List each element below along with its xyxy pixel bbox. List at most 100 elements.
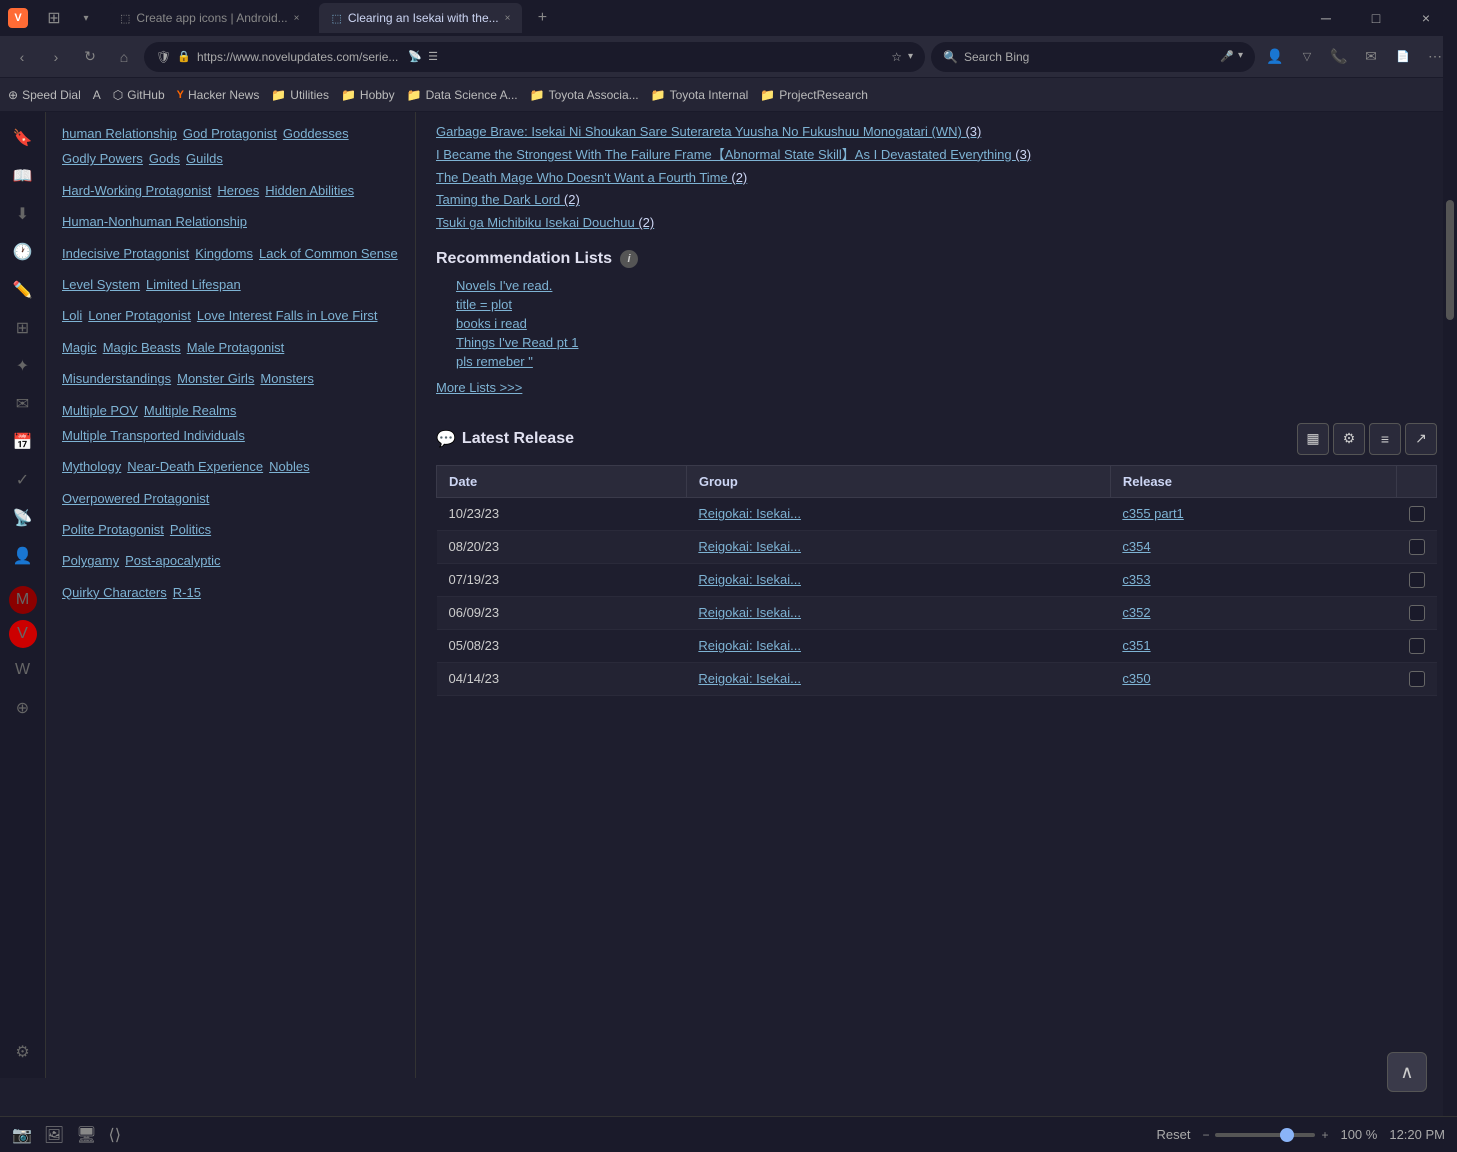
- book-link-tsuki[interactable]: Tsuki ga Michibiku Isekai Douchuu (2): [436, 213, 1437, 234]
- search-microphone-icon[interactable]: 🎤: [1220, 50, 1234, 63]
- rec-link-title-plot[interactable]: title = plot: [456, 297, 512, 312]
- search-dropdown-icon[interactable]: ▾: [1238, 50, 1243, 63]
- bookmark-a[interactable]: A: [93, 88, 101, 102]
- tag-gods[interactable]: Gods: [149, 147, 180, 170]
- tag-politics[interactable]: Politics: [170, 518, 211, 541]
- tag-loli[interactable]: Loli: [62, 304, 82, 327]
- release-checkbox[interactable]: [1409, 539, 1425, 555]
- tag-r15[interactable]: R-15: [173, 581, 201, 604]
- mail-icon[interactable]: ✉: [1357, 43, 1385, 71]
- sidebar-tabs-icon[interactable]: ⊞: [7, 312, 39, 344]
- bookmark-github[interactable]: ⬡ GitHub: [113, 88, 165, 102]
- sidebar-person-icon[interactable]: 👤: [7, 540, 39, 572]
- more-lists-link[interactable]: More Lists >>>: [436, 380, 522, 395]
- tag-love-interest[interactable]: Love Interest Falls in Love First: [197, 304, 378, 327]
- book-link-taming-dark-lord[interactable]: Taming the Dark Lord (2): [436, 190, 1437, 211]
- sidebar-history-icon[interactable]: 🕐: [7, 236, 39, 268]
- tag-multiple-realms[interactable]: Multiple Realms: [144, 399, 236, 422]
- release-link[interactable]: c355 part1: [1122, 506, 1183, 521]
- share-button[interactable]: ↗: [1405, 423, 1437, 455]
- camera-icon[interactable]: 📷: [12, 1125, 32, 1145]
- bookmark-projectresearch[interactable]: 📁 ProjectResearch: [760, 88, 868, 102]
- sidebar-settings-icon[interactable]: ⚙: [7, 1036, 39, 1068]
- zoom-plus[interactable]: +: [1321, 1128, 1328, 1142]
- sidebar-mastodon-icon[interactable]: M: [9, 586, 37, 614]
- tag-male-protagonist[interactable]: Male Protagonist: [187, 336, 285, 359]
- bookmark-toyota-assoc[interactable]: 📁 Toyota Associa...: [530, 88, 639, 102]
- tag-god-protagonist[interactable]: God Protagonist: [183, 122, 277, 145]
- tag-level-system[interactable]: Level System: [62, 273, 140, 296]
- scrollbar[interactable]: [1443, 0, 1457, 1152]
- phone-icon[interactable]: 📞: [1325, 43, 1353, 71]
- wallet-icon[interactable]: ▽: [1293, 43, 1321, 71]
- maximize-button[interactable]: □: [1353, 3, 1399, 33]
- release-checkbox[interactable]: [1409, 605, 1425, 621]
- release-checkbox[interactable]: [1409, 506, 1425, 522]
- tag-kingdoms[interactable]: Kingdoms: [195, 242, 253, 265]
- sidebar-notes-icon[interactable]: ✏️: [7, 274, 39, 306]
- info-icon[interactable]: i: [620, 250, 638, 268]
- search-bar[interactable]: 🔍 Search Bing 🎤 ▾: [931, 42, 1255, 72]
- dropdown-icon[interactable]: ▾: [72, 4, 100, 32]
- tag-goddesses[interactable]: Goddesses: [283, 122, 349, 145]
- tag-near-death[interactable]: Near-Death Experience: [127, 455, 263, 478]
- rec-link-pls-remeber[interactable]: pls remeber ": [456, 354, 533, 369]
- new-tab-button[interactable]: +: [530, 6, 554, 30]
- book-link-failure-frame[interactable]: I Became the Strongest With The Failure …: [436, 145, 1437, 166]
- reset-label[interactable]: Reset: [1156, 1127, 1190, 1142]
- sidebar-mail-icon[interactable]: ✉: [7, 388, 39, 420]
- tag-overpowered-protagonist[interactable]: Overpowered Protagonist: [62, 487, 209, 510]
- profile-icon[interactable]: 👤: [1261, 43, 1289, 71]
- tab-create-app-icons[interactable]: ⬚ Create app icons | Android... ×: [108, 3, 311, 33]
- home-button[interactable]: ⌂: [110, 43, 138, 71]
- reload-button[interactable]: ↻: [76, 43, 104, 71]
- tag-nobles[interactable]: Nobles: [269, 455, 309, 478]
- tab-clearing-isekai[interactable]: ⬚ Clearing an Isekai with the... ×: [319, 3, 522, 33]
- tag-loner-protagonist[interactable]: Loner Protagonist: [88, 304, 191, 327]
- bookmark-icon[interactable]: ☆: [891, 50, 902, 64]
- tab-close-btn[interactable]: ×: [294, 13, 300, 24]
- tag-misunderstandings[interactable]: Misunderstandings: [62, 367, 171, 390]
- release-link[interactable]: c353: [1122, 572, 1150, 587]
- tag-guilds[interactable]: Guilds: [186, 147, 223, 170]
- sidebar-vivaldi-icon[interactable]: V: [9, 620, 37, 648]
- tag-human-relationship[interactable]: human Relationship: [62, 122, 177, 145]
- bookmark-hackernews[interactable]: Y Hacker News: [177, 88, 260, 102]
- scroll-to-top-button[interactable]: ∧: [1387, 1052, 1427, 1092]
- list-view-button[interactable]: ≡: [1369, 423, 1401, 455]
- tag-monster-girls[interactable]: Monster Girls: [177, 367, 254, 390]
- back-button[interactable]: ‹: [8, 43, 36, 71]
- sidebar-book-icon[interactable]: 📖: [7, 160, 39, 192]
- scrollbar-thumb[interactable]: [1446, 200, 1454, 320]
- tag-hidden-abilities[interactable]: Hidden Abilities: [265, 179, 354, 202]
- group-link[interactable]: Reigokai: Isekai...: [698, 539, 801, 554]
- bookmark-speed-dial[interactable]: ⊕ Speed Dial: [8, 88, 81, 102]
- layers-icon[interactable]: ⊞: [40, 4, 68, 32]
- image-icon[interactable]: 🖼: [44, 1125, 64, 1145]
- sidebar-bookmark-icon[interactable]: 🔖: [7, 122, 39, 154]
- monitor-icon[interactable]: 🖥: [76, 1125, 96, 1145]
- forward-button[interactable]: ›: [42, 43, 70, 71]
- release-checkbox[interactable]: [1409, 572, 1425, 588]
- tag-mythology[interactable]: Mythology: [62, 455, 121, 478]
- release-link[interactable]: c350: [1122, 671, 1150, 686]
- tag-human-nonhuman[interactable]: Human-Nonhuman Relationship: [62, 210, 247, 233]
- zoom-control[interactable]: − +: [1202, 1128, 1328, 1142]
- grid-view-button[interactable]: ▦: [1297, 423, 1329, 455]
- tag-hard-working-protagonist[interactable]: Hard-Working Protagonist: [62, 179, 211, 202]
- zoom-minus[interactable]: −: [1202, 1128, 1209, 1142]
- group-link[interactable]: Reigokai: Isekai...: [698, 605, 801, 620]
- book-link-garbage-brave[interactable]: Garbage Brave: Isekai Ni Shoukan Sare Su…: [436, 122, 1437, 143]
- sidebar-star-icon[interactable]: ✦: [7, 350, 39, 382]
- rec-link-things-read[interactable]: Things I've Read pt 1: [456, 335, 578, 350]
- bookmark-hobby[interactable]: 📁 Hobby: [341, 88, 395, 102]
- reader-view-icon[interactable]: 📄: [1389, 43, 1417, 71]
- tag-polygamy[interactable]: Polygamy: [62, 549, 119, 572]
- group-link[interactable]: Reigokai: Isekai...: [698, 671, 801, 686]
- tag-magic[interactable]: Magic: [62, 336, 97, 359]
- release-link[interactable]: c352: [1122, 605, 1150, 620]
- tag-quirky-characters[interactable]: Quirky Characters: [62, 581, 167, 604]
- sidebar-wikipedia-icon[interactable]: W: [7, 654, 39, 686]
- zoom-thumb[interactable]: [1280, 1128, 1294, 1142]
- tag-polite-protagonist[interactable]: Polite Protagonist: [62, 518, 164, 541]
